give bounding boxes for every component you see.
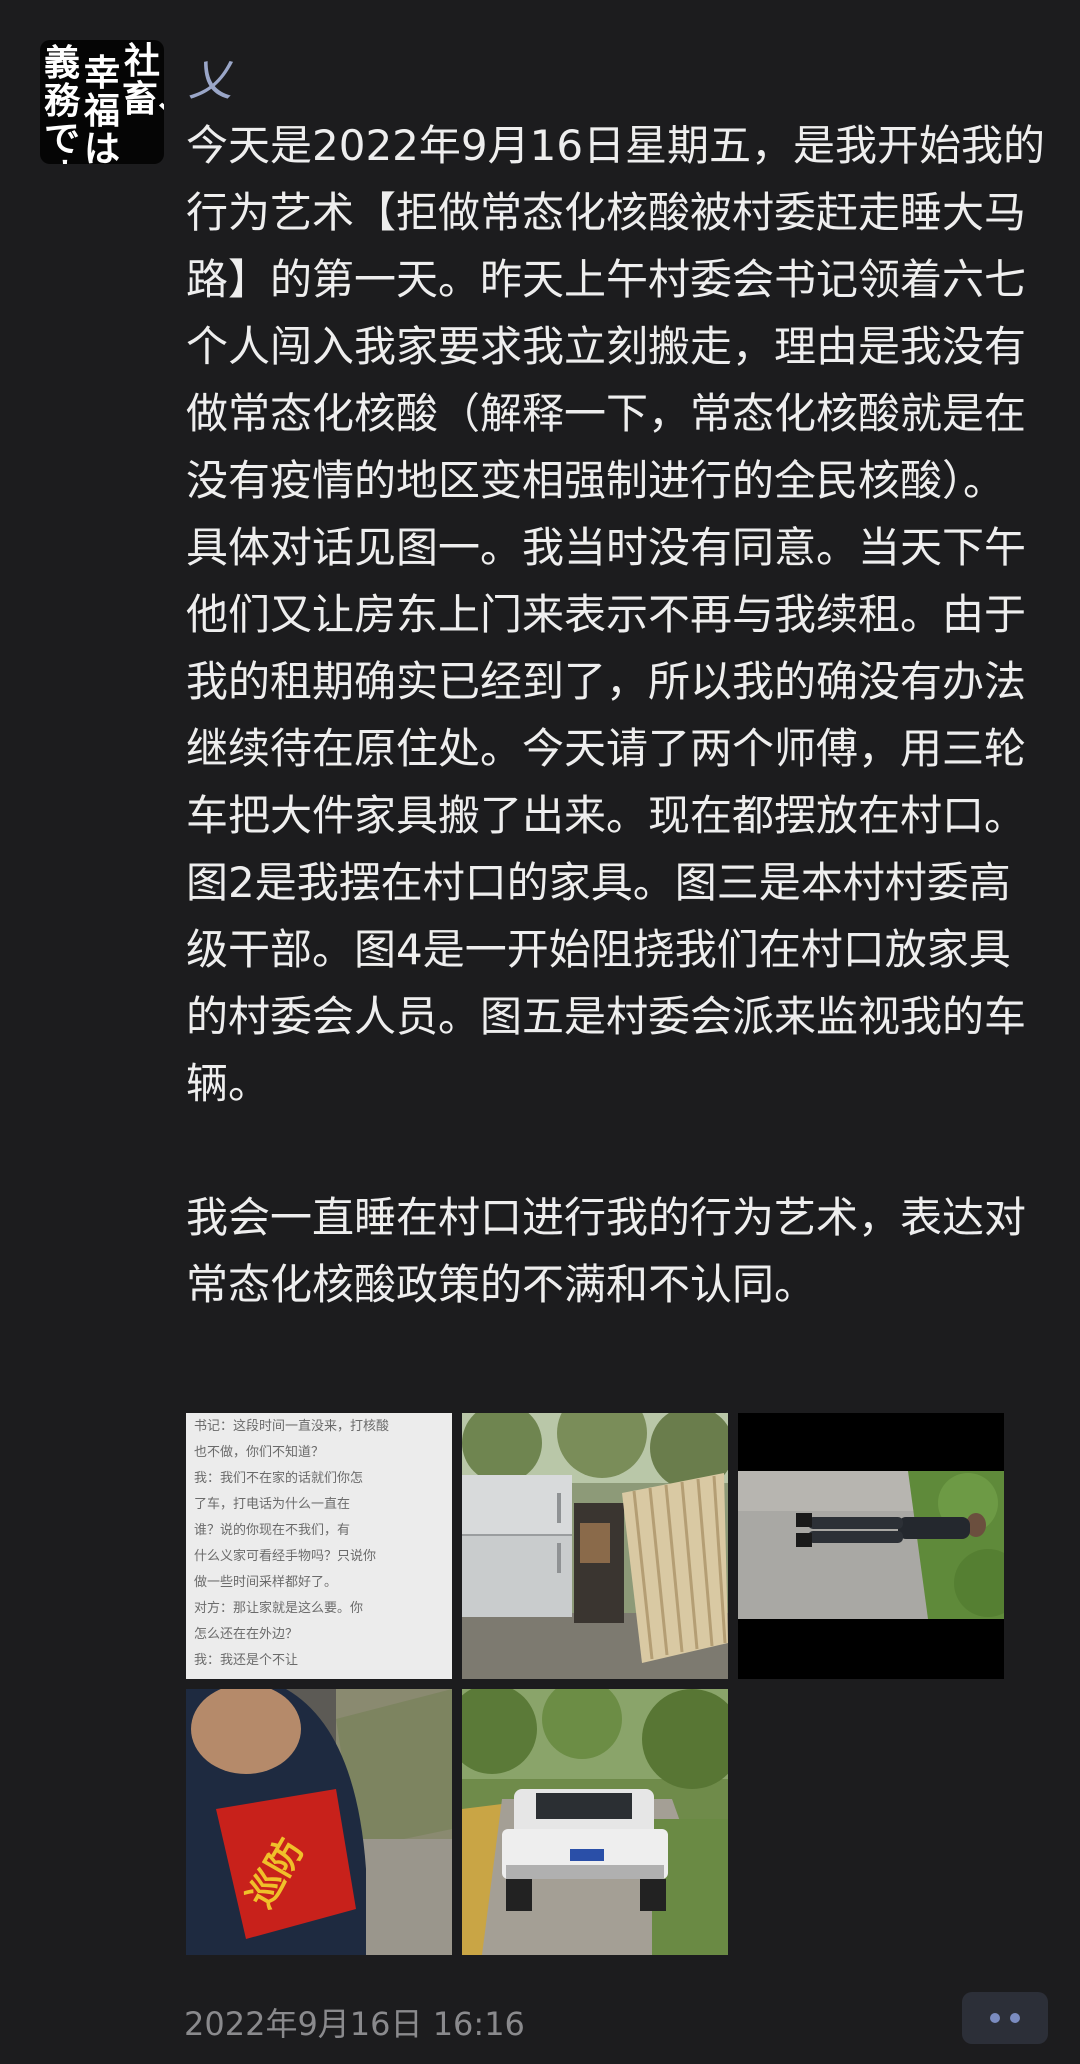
chat-line: 对方：那让家就是这么要。你 [194, 1601, 364, 1616]
chat-line: 了车，打电话为什么一直在 [194, 1497, 351, 1512]
post-paragraph-1: 今天是2022年9月16日星期五，是我开始我的行为艺术【拒做常态化核酸被村委赶走… [186, 121, 1046, 1108]
post-paragraph-2: 我会一直睡在村口进行我的行为艺术，表达对常态化核酸政策的不满和不认同。 [186, 1193, 1027, 1309]
more-button[interactable] [962, 1992, 1048, 2044]
chat-line: 谁？说的你现在不我们，有 [194, 1523, 351, 1538]
chat-line: 也不做，你们不知道？ [194, 1445, 325, 1460]
more-dots-icon [1010, 2013, 1020, 2023]
image-4-armband-staff[interactable]: 巡防 [186, 1689, 452, 1955]
avatar-text-col-3: 義 務 です [43, 42, 80, 164]
username[interactable]: 乂 [188, 44, 232, 108]
image-5-monitoring-vehicle[interactable] [462, 1689, 728, 1955]
chat-line: 什么义家可看经手物吗？只说你 [194, 1549, 377, 1564]
vehicle-photo [462, 1689, 728, 1955]
chat-line: 做一些时间采样都好了。 [194, 1575, 338, 1590]
chat-line: 我：我们不在家的话就们你怎 [194, 1471, 364, 1486]
image-2-furniture[interactable] [462, 1413, 728, 1679]
moment-post: 社 畜、 幸 福 は 義 務 です 乂 今天是2022年9月16日星期五，是我开… [0, 0, 1080, 2064]
chat-line: 怎么还在在外边？ [194, 1627, 299, 1642]
chat-line: 我：我还是个不让 [194, 1653, 299, 1668]
chat-line: 书记：这段时间一直没来，打核酸 [194, 1419, 390, 1434]
more-dots-icon [990, 2013, 1000, 2023]
avatar[interactable]: 社 畜、 幸 福 は 義 務 です [40, 40, 164, 164]
armband-photo: 巡防 [186, 1689, 452, 1955]
avatar-text-col-1: 社 畜、 [122, 40, 164, 120]
post-content: 今天是2022年9月16日星期五，是我开始我的行为艺术【拒做常态化核酸被村委赶走… [186, 112, 1046, 1318]
image-1-chat-screenshot[interactable]: 书记：这段时间一直没来，打核酸 也不做，你们不知道？ 我：我们不在家的话就们你怎 了车… [186, 1413, 452, 1679]
official-photo [738, 1413, 1004, 1679]
furniture-photo [462, 1413, 728, 1679]
post-timestamp: 2022年9月16日 16:16 [184, 2005, 525, 2043]
image-3-village-official[interactable] [738, 1413, 1004, 1679]
avatar-text-col-2: 幸 福 は [83, 52, 120, 164]
